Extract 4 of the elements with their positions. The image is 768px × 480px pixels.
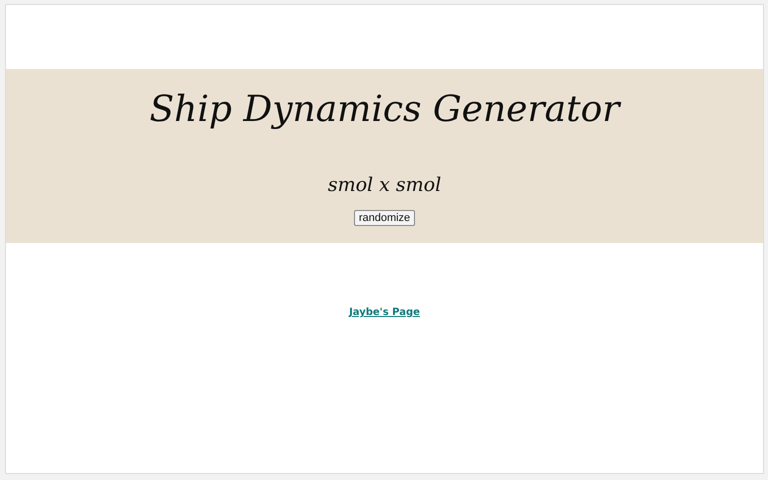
page-title: Ship Dynamics Generator — [149, 89, 620, 130]
randomize-button[interactable]: randomize — [354, 210, 416, 226]
page-link[interactable]: Jaybe's Page — [349, 307, 420, 318]
result-text: smol x smol — [328, 174, 442, 196]
